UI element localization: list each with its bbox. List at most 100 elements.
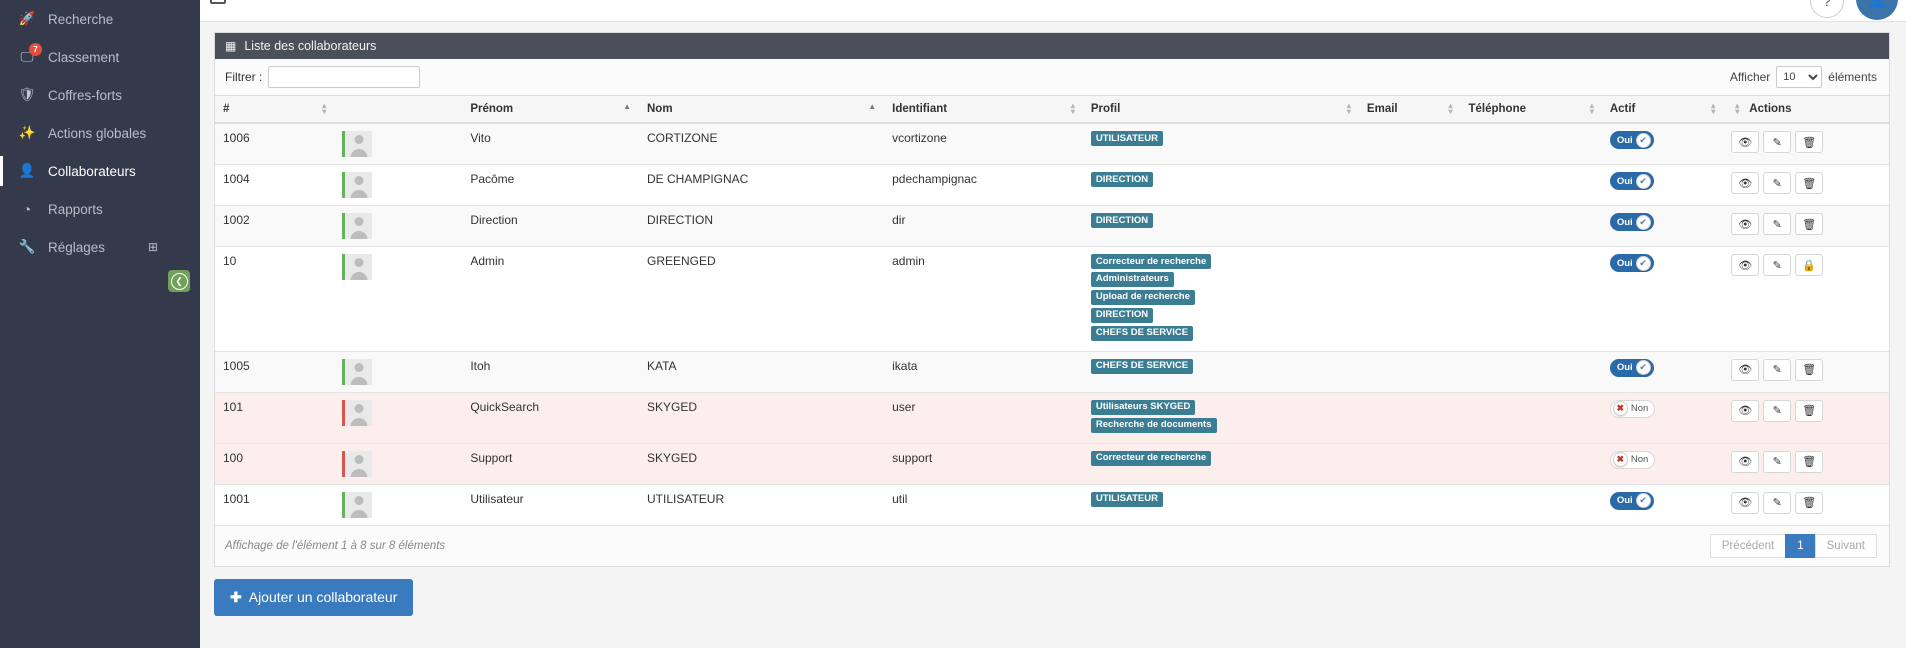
cell-id: 101 (215, 391, 335, 444)
check-icon: ✔ (1635, 173, 1651, 189)
active-toggle[interactable]: Oui ✔ (1609, 254, 1654, 272)
profile-badge-list: DIRECTION (1090, 213, 1351, 231)
active-toggle[interactable]: ✖ Non (1609, 399, 1656, 418)
view-button[interactable]: 👁 (1731, 213, 1760, 235)
delete-button[interactable]: 🗑 (1795, 131, 1824, 153)
column-header-profil[interactable]: Profil ▴ ▾ (1082, 95, 1359, 124)
sidebar-item-recherche[interactable]: 🚀 Recherche (0, 0, 200, 38)
avatar-body (350, 149, 368, 157)
delete-icon: 🗑 (1802, 456, 1817, 469)
active-toggle-label: Oui (1616, 216, 1633, 228)
view-button[interactable]: 👁 (1731, 450, 1760, 473)
cell-actif: Oui ✔ (1601, 350, 1724, 393)
active-toggle[interactable]: Oui ✔ (1609, 213, 1654, 231)
delete-button[interactable]: 🗑 (1795, 450, 1824, 473)
edit-icon: ✎ (1772, 456, 1782, 469)
sidebar-item-actions-globales[interactable]: ✨ Actions globales (0, 114, 200, 152)
delete-button[interactable]: 🗑 (1795, 213, 1824, 235)
column-header-t-l-phone[interactable]: Téléphone ▴ ▾ (1460, 95, 1602, 124)
add-collaborator-button[interactable]: ✚ Ajouter un collaborateur (214, 578, 414, 616)
table-row[interactable]: 1006 Vito CORTIZONE vcortizone UTILISATEUR Ou… (215, 122, 1889, 165)
active-toggle[interactable]: Oui ✔ (1609, 131, 1654, 149)
edit-button[interactable]: ✎ (1763, 450, 1792, 473)
view-button[interactable]: 👁 (1731, 491, 1760, 514)
column-header-pr-nom[interactable]: Prénom ▲ (462, 95, 639, 124)
view-icon: 👁 (1738, 177, 1753, 190)
cell-avatar (334, 122, 463, 165)
plus-icon: ✚ (230, 588, 242, 605)
edit-button[interactable]: ✎ (1763, 491, 1792, 514)
column-header-actions[interactable]: ▴ ▾ Actions (1723, 95, 1889, 124)
table-row[interactable]: 10 Admin GREENGED admin Correcteur de recher… (215, 246, 1889, 352)
sidebar-item-rapports[interactable]: ◔ Rapports (0, 190, 200, 228)
delete-button[interactable]: 🗑 (1795, 491, 1824, 514)
table-row[interactable]: 101 QuickSearch SKYGED user Utilisateurs SKY… (215, 391, 1889, 444)
edit-button[interactable]: ✎ (1763, 131, 1792, 153)
column-header--[interactable]: # ▴ ▾ (215, 95, 335, 124)
sidebar-item-classement[interactable]: 🖵 7 Classement (0, 38, 200, 76)
user-account-button[interactable]: 👤 (1856, 0, 1898, 20)
pagination-next[interactable]: Suivant (1814, 533, 1877, 558)
view-button[interactable]: 👁 (1731, 358, 1760, 381)
table-row[interactable]: 100 Support SKYGED support Correcteur de rec… (215, 442, 1889, 485)
cell-actions: 👁 ✎ 🗑 (1723, 350, 1889, 393)
cell-profil: Correcteur de recherche Administrateurs Up… (1082, 246, 1359, 352)
column-header-avatar[interactable] (334, 95, 463, 124)
sidebar-item-collaborateurs[interactable]: 👤 Collaborateurs (0, 152, 200, 190)
active-toggle[interactable]: Oui ✔ (1609, 172, 1654, 190)
cell-profil: UTILISATEUR (1082, 483, 1359, 525)
cell-telephone (1460, 391, 1602, 444)
edit-button[interactable]: ✎ (1763, 254, 1792, 276)
shield-icon: 🛡 (18, 87, 36, 102)
edit-button[interactable]: ✎ (1763, 358, 1792, 381)
lock-button[interactable]: 🔒 (1795, 254, 1824, 276)
pagination-page-1[interactable]: 1 (1785, 533, 1816, 558)
table-row[interactable]: 1001 Utilisateur UTILISATEUR util UTILISATEU… (215, 483, 1889, 525)
sidebar-item-r-glages[interactable]: 🔧 Réglages ⊞ (0, 228, 200, 266)
column-header-identifiant[interactable]: Identifiant ▴ ▾ (884, 95, 1083, 124)
page-length-select[interactable]: 102550100 (1776, 66, 1823, 88)
avatar (342, 358, 373, 385)
column-header-nom[interactable]: Nom ▲ (639, 95, 885, 124)
pagination-previous[interactable]: Précédent (1709, 533, 1787, 558)
cell-nom: DE CHAMPIGNAC (639, 164, 885, 206)
edit-button[interactable]: ✎ (1763, 172, 1792, 194)
active-toggle[interactable]: Oui ✔ (1609, 358, 1654, 377)
view-button[interactable]: 👁 (1731, 131, 1760, 153)
sidebar-collapse-button[interactable]: ❮ (168, 270, 190, 292)
cell-prenom: QuickSearch (462, 391, 639, 444)
cell-profil: Utilisateurs SKYGED Recherche de document… (1082, 391, 1359, 444)
help-button[interactable]: ? (1810, 0, 1844, 18)
cell-nom: UTILISATEUR (639, 483, 885, 525)
cell-email (1358, 442, 1461, 485)
menu-square-icon[interactable] (210, 0, 226, 4)
edit-button[interactable]: ✎ (1763, 399, 1792, 422)
cell-actif: ✖ Non (1601, 391, 1724, 444)
table-row[interactable]: 1004 Pacôme DE CHAMPIGNAC pdechampignac DIRE… (215, 164, 1889, 206)
expand-plus-icon[interactable]: ⊞ (148, 240, 158, 254)
filter-input[interactable] (268, 66, 421, 88)
avatar-head (354, 176, 364, 185)
delete-button[interactable]: 🗑 (1795, 358, 1824, 381)
profile-badge: DIRECTION (1090, 213, 1154, 228)
edit-button[interactable]: ✎ (1763, 213, 1792, 235)
cell-id: 1002 (215, 205, 335, 247)
column-header-actif[interactable]: Actif ▴ ▾ (1601, 95, 1724, 124)
profile-badge: Utilisateurs SKYGED (1090, 399, 1196, 415)
view-button[interactable]: 👁 (1731, 172, 1760, 194)
delete-icon: 🗑 (1802, 497, 1817, 510)
action-button-group: 👁 ✎ 🗑 (1731, 172, 1881, 194)
view-button[interactable]: 👁 (1731, 399, 1760, 422)
table-row[interactable]: 1002 Direction DIRECTION dir DIRECTION Oui ✔ 👁 ✎… (215, 205, 1889, 247)
table-grid-icon: ▦ (225, 39, 237, 53)
view-button[interactable]: 👁 (1731, 254, 1760, 276)
active-toggle[interactable]: Oui ✔ (1609, 491, 1654, 510)
column-header-email[interactable]: Email ▴ ▾ (1358, 95, 1461, 124)
delete-button[interactable]: 🗑 (1795, 399, 1824, 422)
active-toggle[interactable]: ✖ Non (1609, 450, 1656, 469)
table-row[interactable]: 1005 Itoh KATA ikata CHEFS DE SERVICE Oui ✔ 👁 ✎ 🗑 (215, 350, 1889, 393)
cell-avatar (334, 205, 463, 247)
delete-button[interactable]: 🗑 (1795, 172, 1824, 194)
sidebar-item-coffres-forts[interactable]: 🛡 Coffres-forts (0, 76, 200, 114)
cell-email (1358, 246, 1461, 352)
